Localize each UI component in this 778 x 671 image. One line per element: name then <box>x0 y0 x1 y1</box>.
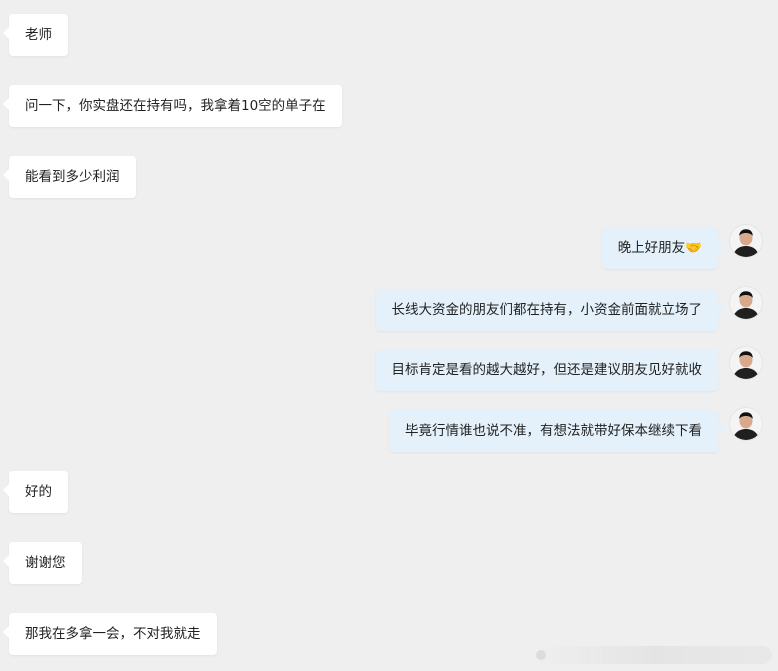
incoming-message[interactable]: 谢谢您 <box>3 542 82 584</box>
avatar-icon[interactable] <box>730 287 762 319</box>
person-icon <box>730 225 762 257</box>
watermark <box>536 646 772 664</box>
avatar-icon[interactable] <box>730 408 762 440</box>
person-icon <box>730 408 762 440</box>
incoming-message[interactable]: 那我在多拿一会，不对我就走 <box>3 613 217 655</box>
incoming-message[interactable]: 好的 <box>3 471 68 513</box>
outgoing-message[interactable]: 目标肯定是看的越大越好，但还是建议朋友见好就收 <box>375 349 724 391</box>
avatar-icon[interactable] <box>730 225 762 257</box>
incoming-message[interactable]: 问一下，你实盘还在持有吗，我拿着10空的单子在 <box>3 85 342 127</box>
incoming-message[interactable]: 能看到多少利润 <box>3 156 136 198</box>
incoming-message[interactable]: 老师 <box>3 14 68 56</box>
person-icon <box>730 287 762 319</box>
person-icon <box>730 347 762 379</box>
outgoing-message[interactable]: 毕竟行情谁也说不准，有想法就带好保本继续下看 <box>389 410 724 452</box>
outgoing-message[interactable]: 长线大资金的朋友们都在持有，小资金前面就立场了 <box>375 289 724 331</box>
outgoing-message[interactable]: 晚上好朋友🤝 <box>601 227 725 269</box>
avatar-icon[interactable] <box>730 347 762 379</box>
chat-history: 老师 问一下，你实盘还在持有吗，我拿着10空的单子在 能看到多少利润 晚上好朋友… <box>0 0 778 671</box>
